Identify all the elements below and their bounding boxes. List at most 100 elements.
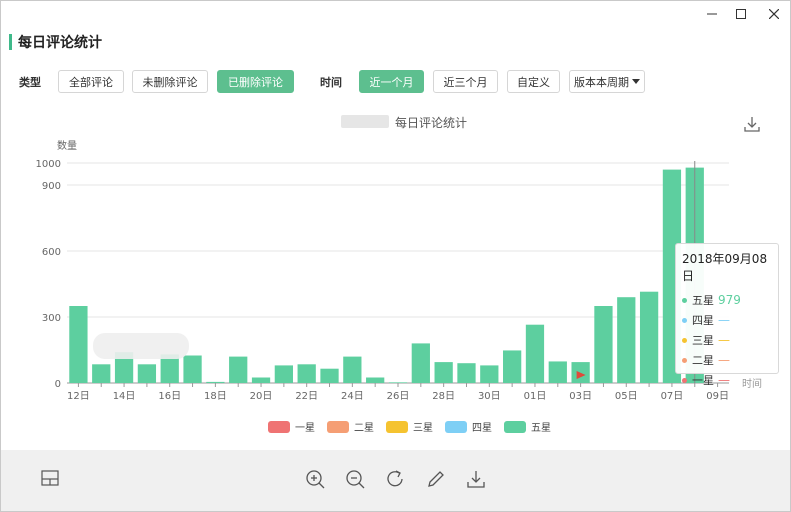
minimize-icon xyxy=(707,13,717,15)
x-tick-label: 24日 xyxy=(341,391,364,402)
annotate-button[interactable] xyxy=(426,469,448,491)
download-icon xyxy=(744,117,760,132)
legend-label: 五星 xyxy=(531,423,551,434)
bar-17日 xyxy=(183,355,202,383)
rotate-icon xyxy=(387,470,403,487)
legend-two-star[interactable]: 二星 xyxy=(327,419,374,434)
rotate-button[interactable] xyxy=(386,469,408,491)
bar-26日 xyxy=(388,382,408,383)
tooltip-label: 一星 xyxy=(692,374,714,387)
tooltip-value: — xyxy=(718,333,730,347)
close-button[interactable] xyxy=(763,5,785,23)
bar-05日 xyxy=(617,297,636,383)
legend-label: 一星 xyxy=(295,423,315,434)
bar-06日 xyxy=(639,291,659,383)
blurred-annotation xyxy=(93,333,189,359)
zoom-out-button[interactable] xyxy=(345,469,367,491)
layout-button[interactable] xyxy=(41,469,63,491)
layout-icon xyxy=(41,470,59,486)
chart-legend: 一星 二星 三星 四星 五星 xyxy=(268,419,551,434)
tooltip-label: 五星 xyxy=(692,294,714,307)
filter-deleted-comments[interactable]: 已删除评论 xyxy=(217,70,294,93)
chart-tooltip: 2018年09月08日 五星 979 四星 — 三星 — 二星 — 一星 — xyxy=(675,243,779,387)
bar-27日 xyxy=(411,343,430,383)
title-bar xyxy=(1,1,790,29)
bar-18日 xyxy=(206,381,225,383)
legend-one-star[interactable]: 一星 xyxy=(268,419,315,434)
bar-30日 xyxy=(480,365,499,383)
time-custom[interactable]: 自定义 xyxy=(507,70,560,93)
bar-25日 xyxy=(366,377,385,383)
x-tick-label: 30日 xyxy=(478,391,501,402)
x-tick-label: 28日 xyxy=(432,391,455,402)
tooltip-value: — xyxy=(718,353,730,367)
bar-01日 xyxy=(525,324,545,383)
legend-four-star[interactable]: 四星 xyxy=(445,419,492,434)
x-tick-label: 01日 xyxy=(524,391,547,402)
zoom-out-icon xyxy=(346,470,365,489)
type-filter-label: 类型 xyxy=(19,76,41,89)
legend-label: 四星 xyxy=(472,423,492,434)
bar-24日 xyxy=(343,356,362,383)
bar-28日 xyxy=(434,362,453,383)
tooltip-value: — xyxy=(718,373,730,387)
bar-15日 xyxy=(137,364,157,383)
blurred-app-name xyxy=(341,115,389,128)
maximize-icon xyxy=(736,9,746,19)
x-tick-label: 26日 xyxy=(387,391,410,402)
y-axis-label: 数量 xyxy=(57,139,77,152)
version-dropdown-label: 版本本周期 xyxy=(574,75,629,89)
y-tick-label: 0 xyxy=(55,379,61,390)
legend-label: 三星 xyxy=(413,423,433,434)
bar-29日 xyxy=(457,363,476,383)
caret-down-icon xyxy=(632,78,640,84)
pen-icon xyxy=(428,471,444,487)
legend-three-star[interactable]: 三星 xyxy=(386,419,433,434)
tooltip-row-five: 五星 979 xyxy=(682,290,772,310)
minimize-button[interactable] xyxy=(701,5,723,23)
time-last-month[interactable]: 近一个月 xyxy=(359,70,424,93)
bar-22日 xyxy=(297,364,316,383)
zoom-in-button[interactable] xyxy=(305,469,327,491)
x-tick-label: 05日 xyxy=(615,391,638,402)
bar-03日 xyxy=(571,362,590,383)
app-window: 每日评论统计 类型 全部评论 未删除评论 已删除评论 时间 近一个月 近三个月 … xyxy=(0,0,791,512)
chart-title: 每日评论统计 xyxy=(395,116,468,130)
filter-all-comments[interactable]: 全部评论 xyxy=(58,70,124,93)
filter-undeleted-comments[interactable]: 未删除评论 xyxy=(132,70,208,93)
page-heading: 每日评论统计 xyxy=(9,33,102,51)
maximize-button[interactable] xyxy=(730,5,752,23)
x-tick-label: 12日 xyxy=(67,391,90,402)
bar-23日 xyxy=(320,368,339,383)
tooltip-label: 二星 xyxy=(692,354,714,367)
zoom-in-icon xyxy=(306,470,325,489)
legend-label: 二星 xyxy=(354,423,374,434)
legend-five-star[interactable]: 五星 xyxy=(504,419,551,434)
x-tick-label: 03日 xyxy=(569,391,592,402)
heading-accent-bar xyxy=(9,34,12,50)
tooltip-row-one: 一星 — xyxy=(682,370,772,390)
y-tick-label: 900 xyxy=(42,181,61,192)
save-button[interactable] xyxy=(466,469,488,491)
version-dropdown[interactable]: 版本本周期 xyxy=(569,70,645,93)
time-last-three-months[interactable]: 近三个月 xyxy=(433,70,498,93)
bar-19日 xyxy=(229,356,248,383)
bar-31日 xyxy=(503,350,522,383)
tooltip-row-two: 二星 — xyxy=(682,350,772,370)
y-tick-label: 1000 xyxy=(36,159,61,170)
tooltip-row-three: 三星 — xyxy=(682,330,772,350)
bar-04日 xyxy=(594,306,613,383)
tooltip-label: 四星 xyxy=(692,314,714,327)
x-tick-label: 09日 xyxy=(706,391,729,402)
tooltip-label: 三星 xyxy=(692,334,714,347)
x-tick-label: 18日 xyxy=(204,391,227,402)
time-filter-label: 时间 xyxy=(320,76,342,89)
tooltip-value: 979 xyxy=(718,293,741,307)
x-tick-label: 07日 xyxy=(661,391,684,402)
bar-12日 xyxy=(69,306,88,383)
x-tick-label: 16日 xyxy=(158,391,181,402)
download-icon xyxy=(467,471,485,488)
bar-21日 xyxy=(274,365,293,383)
bar-20日 xyxy=(251,377,271,383)
x-tick-label: 20日 xyxy=(250,391,273,402)
